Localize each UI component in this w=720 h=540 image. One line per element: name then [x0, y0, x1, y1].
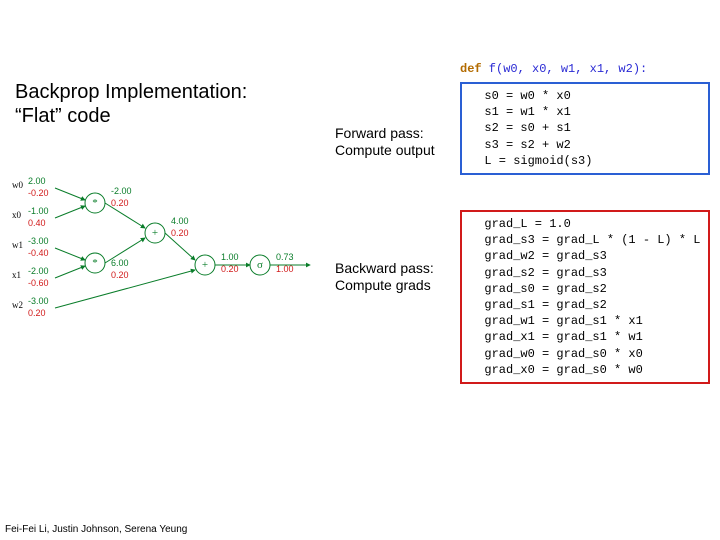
code-line: grad_s2 = grad_s3 [470, 265, 700, 281]
code-line: grad_s3 = grad_L * (1 - L) * L [470, 232, 700, 248]
var-w0: w0 [12, 180, 23, 190]
slide-title: Backprop Implementation: “Flat” code [15, 80, 247, 128]
val-w1: -3.00 [28, 236, 49, 246]
backward-code-block: grad_L = 1.0 grad_s3 = grad_L * (1 - L) … [460, 210, 710, 384]
code-line: s3 = s2 + w2 [470, 137, 700, 153]
title-line-2: “Flat” code [15, 105, 111, 127]
code-line: s2 = s0 + s1 [470, 120, 700, 136]
title-line-1: Backprop Implementation: [15, 81, 247, 103]
val-w0: 2.00 [28, 176, 46, 186]
code-line: s0 = w0 * x0 [470, 88, 700, 104]
var-w1: w1 [12, 240, 23, 250]
def-keyword: def [460, 62, 482, 76]
grad-w1: -0.40 [28, 248, 49, 258]
op-mul-0: * [92, 197, 98, 209]
backward-label-l2: Compute grads [335, 277, 431, 293]
op-mul-1: * [92, 257, 98, 269]
op-add-0: + [152, 227, 158, 239]
code-line: grad_L = 1.0 [470, 216, 700, 232]
edge-bot-1: 0.20 [111, 270, 129, 280]
backward-pass-label: Backward pass: Compute grads [335, 260, 434, 294]
code-line: L = sigmoid(s3) [470, 153, 700, 169]
forward-label-l1: Forward pass: [335, 125, 424, 141]
function-signature: def f(w0, x0, w1, x1, w2): [460, 62, 647, 76]
code-line: grad_x1 = grad_s1 * w1 [470, 329, 700, 345]
edge-top-2: 4.00 [171, 216, 189, 226]
code-line: grad_s1 = grad_s2 [470, 297, 700, 313]
computation-graph: w0 2.00 -0.20 x0 -1.00 0.40 w1 -3.00 -0.… [10, 170, 320, 340]
code-line: grad_s0 = grad_s2 [470, 281, 700, 297]
code-line: grad_w0 = grad_s0 * x0 [470, 346, 700, 362]
grad-w2: 0.20 [28, 308, 46, 318]
code-line: grad_w1 = grad_s1 * x1 [470, 313, 700, 329]
edge-top-3: 1.00 [221, 252, 239, 262]
var-x0: x0 [12, 210, 22, 220]
slide-attribution: Fei-Fei Li, Justin Johnson, Serena Yeung [5, 524, 187, 535]
edge-top-0: -2.00 [111, 186, 132, 196]
code-line: grad_x0 = grad_s0 * w0 [470, 362, 700, 378]
edge-bot-0: 0.20 [111, 198, 129, 208]
op-add-1: + [202, 259, 208, 271]
var-x1: x1 [12, 270, 21, 280]
grad-x0: 0.40 [28, 218, 46, 228]
edge-top-1: 6.00 [111, 258, 129, 268]
backward-label-l1: Backward pass: [335, 260, 434, 276]
grad-w0: -0.20 [28, 188, 49, 198]
edge-bot-2: 0.20 [171, 228, 189, 238]
edge-top-4: 0.73 [276, 252, 294, 262]
signature-rest: f(w0, x0, w1, x1, w2): [482, 62, 648, 76]
forward-pass-label: Forward pass: Compute output [335, 125, 435, 159]
forward-label-l2: Compute output [335, 142, 435, 158]
code-line: grad_w2 = grad_s3 [470, 248, 700, 264]
op-sigmoid: σ [257, 259, 263, 271]
val-x0: -1.00 [28, 206, 49, 216]
code-line: s1 = w1 * x1 [470, 104, 700, 120]
grad-x1: -0.60 [28, 278, 49, 288]
val-w2: -3.00 [28, 296, 49, 306]
val-x1: -2.00 [28, 266, 49, 276]
var-w2: w2 [12, 300, 23, 310]
forward-code-block: s0 = w0 * x0 s1 = w1 * x1 s2 = s0 + s1 s… [460, 82, 710, 175]
